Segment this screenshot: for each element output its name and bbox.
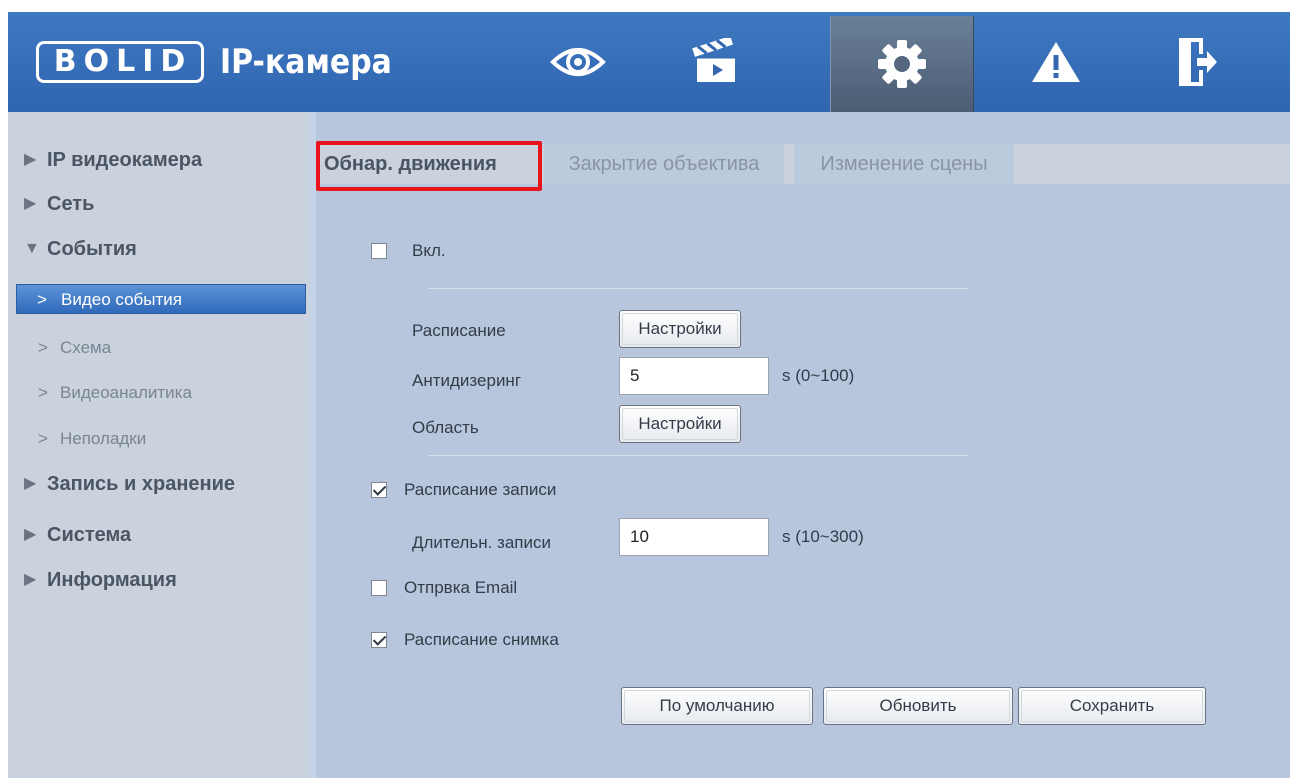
sidebar-group-events[interactable]: ▼ События — [8, 233, 310, 265]
divider — [428, 455, 968, 456]
expand-arrow-icon: ▶ — [24, 475, 37, 492]
nav-settings-button[interactable] — [830, 16, 974, 112]
send-email-label: Отпрвка Email — [404, 578, 518, 597]
tab-lens-obstruction[interactable]: Закрытие объектива — [544, 144, 784, 184]
settings-panel: Обнар. движения Закрытие объектива Измен… — [316, 112, 1290, 778]
button-label: Настройки — [638, 414, 722, 433]
active-tab-highlight — [316, 141, 542, 191]
sidebar-group-label: Система — [47, 524, 132, 546]
sidebar-item-label: Неполадки — [60, 429, 147, 448]
chevron-right-icon: > — [38, 429, 48, 448]
clapperboard-icon — [692, 38, 735, 82]
button-label: По умолчанию — [659, 696, 775, 715]
expand-arrow-icon: ▶ — [24, 195, 37, 212]
sidebar-group-label: IP видеокамера — [47, 149, 203, 171]
nav-playback-button[interactable] — [661, 12, 771, 112]
refresh-button[interactable]: Обновить — [823, 687, 1013, 725]
nav-logout-button[interactable] — [1142, 12, 1252, 112]
nav-live-view-button[interactable] — [523, 12, 633, 112]
chevron-right-icon: > — [37, 290, 47, 309]
sidebar-group-label: Сеть — [47, 193, 95, 215]
chevron-right-icon: > — [38, 383, 48, 402]
area-label: Область — [412, 418, 479, 437]
schedule-settings-button[interactable]: Настройки — [619, 310, 741, 348]
schedule-label: Расписание — [412, 321, 506, 340]
sidebar-group-system[interactable]: ▶ Система — [8, 519, 310, 551]
area-settings-button[interactable]: Настройки — [619, 405, 741, 443]
send-email-checkbox[interactable] — [371, 580, 387, 596]
sidebar-group-label: События — [47, 238, 137, 260]
nav-alarm-button[interactable] — [1001, 12, 1111, 112]
antidither-range-hint: s (0~100) — [782, 366, 855, 385]
sidebar-item-video-analytics[interactable]: > Видеоаналитика — [8, 378, 310, 408]
divider — [428, 288, 968, 289]
enable-label: Вкл. — [412, 241, 446, 260]
sidebar-item-label: Видеоаналитика — [60, 383, 192, 402]
logout-icon — [1179, 38, 1217, 86]
record-schedule-label: Расписание записи — [404, 480, 557, 499]
gear-icon — [878, 40, 926, 88]
antidither-label: Антидизеринг — [412, 371, 522, 390]
sidebar-group-ip-camera[interactable]: ▶ IP видеокамера — [8, 144, 310, 176]
sidebar-group-label: Запись и хранение — [47, 473, 236, 495]
collapse-arrow-icon: ▼ — [24, 240, 40, 257]
record-duration-range-hint: s (10~300) — [782, 527, 864, 546]
sidebar-item-label: Видео события — [61, 290, 182, 309]
app-title: IP-камера — [220, 42, 392, 82]
tab-scene-change[interactable]: Изменение сцены — [794, 144, 1014, 184]
sidebar-group-information[interactable]: ▶ Информация — [8, 564, 310, 596]
sidebar-item-label: Схема — [60, 338, 112, 357]
sidebar: ▶ IP видеокамера ▶ Сеть ▼ События > Виде… — [8, 112, 310, 778]
antidither-input[interactable] — [619, 357, 769, 395]
save-button[interactable]: Сохранить — [1018, 687, 1206, 725]
eye-icon — [550, 48, 606, 76]
default-button[interactable]: По умолчанию — [621, 687, 813, 725]
expand-arrow-icon: ▶ — [24, 151, 37, 168]
top-header: BOLID IP-камера — [8, 12, 1290, 112]
button-label: Настройки — [638, 319, 722, 338]
snapshot-schedule-checkbox[interactable] — [371, 632, 387, 648]
sidebar-group-network[interactable]: ▶ Сеть — [8, 188, 310, 220]
expand-arrow-icon: ▶ — [24, 571, 37, 588]
sidebar-item-faults[interactable]: > Неполадки — [8, 424, 310, 454]
sidebar-group-storage[interactable]: ▶ Запись и хранение — [8, 468, 310, 500]
sidebar-group-label: Информация — [47, 569, 177, 591]
record-schedule-checkbox[interactable] — [371, 482, 387, 498]
record-duration-label: Длительн. записи — [412, 533, 551, 552]
record-duration-input[interactable] — [619, 518, 769, 556]
sidebar-item-scheme[interactable]: > Схема — [8, 333, 310, 363]
enable-checkbox[interactable] — [371, 243, 387, 259]
button-label: Сохранить — [1069, 696, 1155, 715]
expand-arrow-icon: ▶ — [24, 526, 37, 543]
chevron-right-icon: > — [38, 338, 48, 357]
warning-icon — [1032, 42, 1080, 82]
app-frame: BOLID IP-камера ▶ IP видеокамера ▶ Сеть … — [8, 12, 1290, 778]
sidebar-item-video-events[interactable]: > Видео события — [16, 284, 306, 314]
bolid-logo: BOLID — [36, 41, 204, 83]
snapshot-schedule-label: Расписание снимка — [404, 630, 559, 649]
button-label: Обновить — [879, 696, 957, 715]
